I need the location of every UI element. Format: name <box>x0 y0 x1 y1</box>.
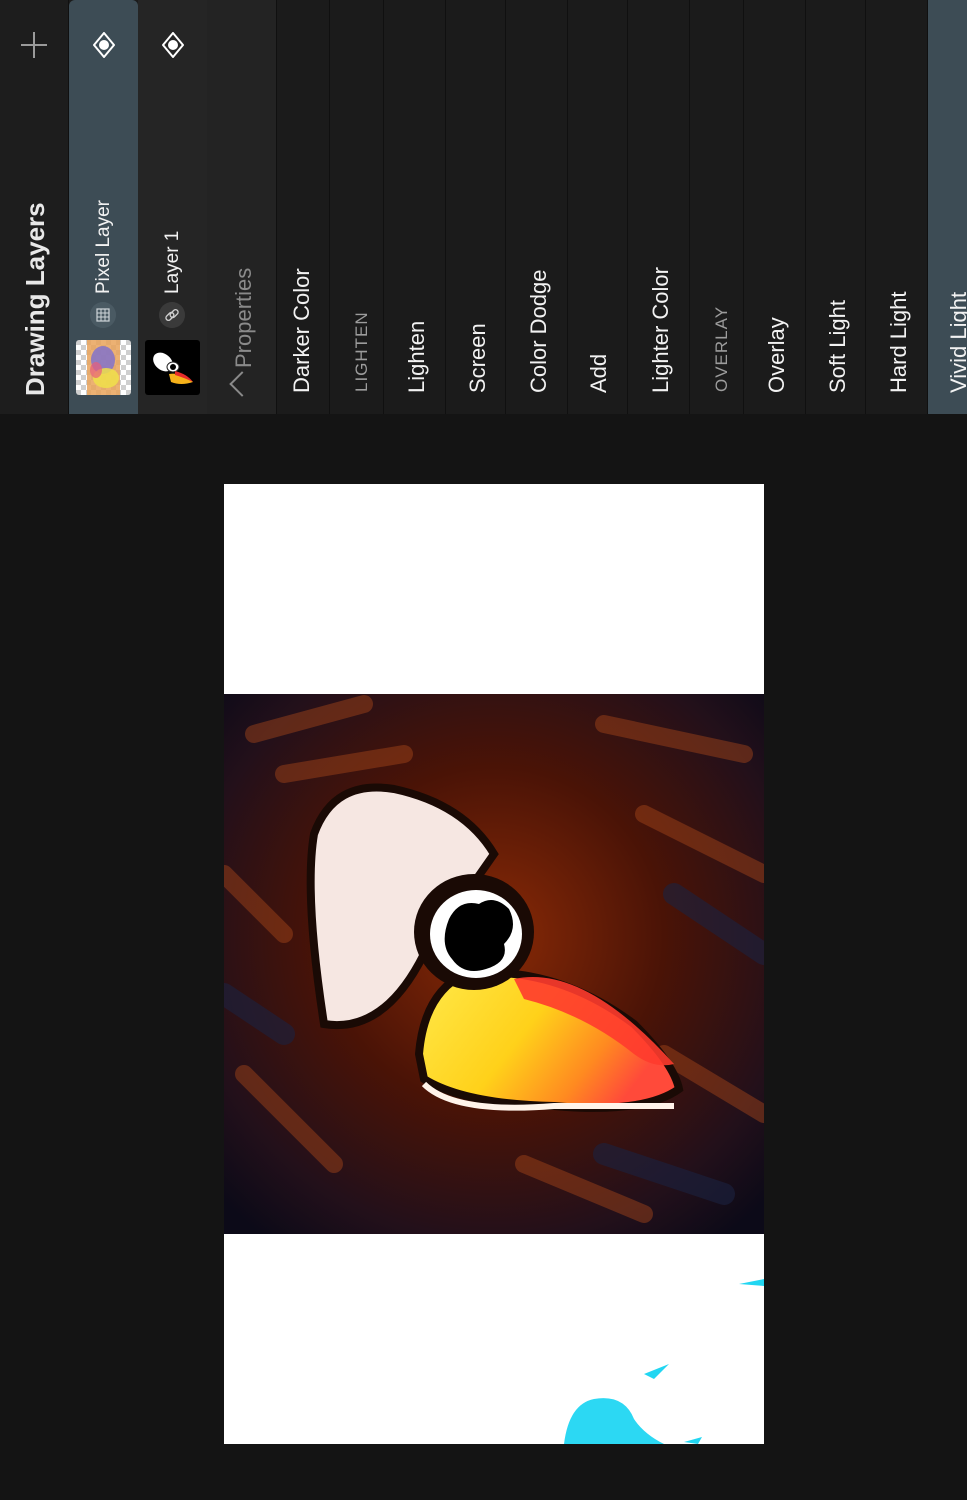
layer-thumbnail[interactable] <box>76 340 131 395</box>
blend-mode-label: Color Dodge <box>526 269 551 393</box>
layers-header: Drawing Layers <box>0 0 69 414</box>
cyan-paint-strokes <box>564 1279 764 1444</box>
blend-mode-label: Overlay <box>764 317 789 393</box>
drawing-canvas[interactable] <box>224 484 764 1444</box>
layer-layer-1[interactable]: Layer 1 <box>138 0 207 414</box>
layer-name: Pixel Layer <box>93 200 114 294</box>
chevron-left-icon[interactable] <box>229 371 255 397</box>
blend-mode-label: Add <box>586 353 611 393</box>
blend-mode-label: Lighten <box>404 320 429 393</box>
properties-label: Properties <box>231 267 256 368</box>
blend-section-overlay: OVERLAY <box>690 0 744 414</box>
layer-pixel-layer[interactable]: Pixel Layer <box>69 0 138 414</box>
blend-mode-label: Screen <box>465 323 490 393</box>
properties-button[interactable]: Properties <box>207 0 277 414</box>
blend-mode-color-dodge[interactable]: Color Dodge <box>506 0 568 414</box>
blend-mode-label: Vivid Light <box>946 291 967 393</box>
blend-mode-soft-light[interactable]: Soft Light <box>806 0 866 414</box>
panel-title: Drawing Layers <box>20 202 50 396</box>
layer-thumbnail[interactable] <box>145 340 200 395</box>
blend-section-lighten: LIGHTEN <box>330 0 384 414</box>
artwork <box>224 694 764 1234</box>
layer-name: Layer 1 <box>162 230 183 294</box>
blend-mode-overlay[interactable]: Overlay <box>744 0 806 414</box>
link-icon <box>159 302 185 328</box>
blend-mode-label: Lighter Color <box>648 267 673 393</box>
blend-mode-lighter-color[interactable]: Lighter Color <box>628 0 690 414</box>
blend-mode-vivid-light[interactable]: Vivid Light <box>928 0 967 414</box>
layers-panel: Drawing Layers Pixel Layer Layer 1 Prope… <box>0 0 967 414</box>
blend-mode-hard-light[interactable]: Hard Light <box>866 0 928 414</box>
blend-mode-lighten[interactable]: Lighten <box>384 0 446 414</box>
blend-mode-screen[interactable]: Screen <box>446 0 506 414</box>
blend-mode-label: Soft Light <box>825 300 850 393</box>
grid-icon <box>90 302 116 328</box>
section-label: OVERLAY <box>712 305 731 392</box>
plus-icon[interactable] <box>21 32 47 58</box>
section-label: LIGHTEN <box>352 311 371 392</box>
eye-visible-icon[interactable] <box>91 32 117 58</box>
eye-visible-icon[interactable] <box>160 32 186 58</box>
blend-mode-add[interactable]: Add <box>568 0 628 414</box>
blend-mode-label: Hard Light <box>886 291 911 393</box>
blend-mode-label: Darker Color <box>289 268 314 393</box>
blend-mode-darker-color[interactable]: Darker Color <box>277 0 330 414</box>
